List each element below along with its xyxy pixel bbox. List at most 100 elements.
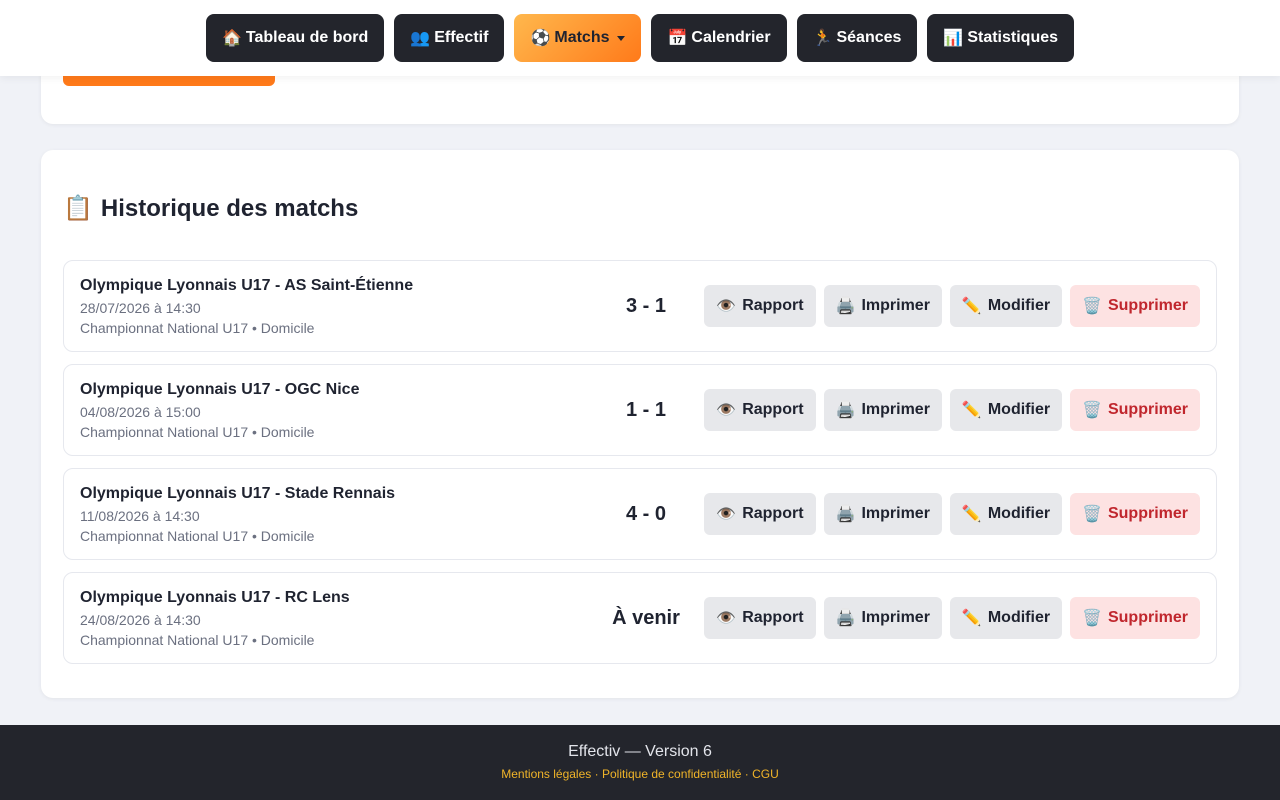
delete-button[interactable]: 🗑️ Supprimer bbox=[1070, 389, 1200, 431]
nav-sessions-button[interactable]: 🏃 Séances bbox=[796, 14, 918, 62]
edit-button[interactable]: ✏️ Modifier bbox=[949, 597, 1063, 639]
match-history-card: 📋 Historique des matchs Olympique Lyonna… bbox=[41, 150, 1239, 698]
footer-version: Effectiv — Version 6 bbox=[568, 743, 712, 760]
nav-squad-button[interactable]: 👥 Effectif bbox=[394, 14, 505, 62]
section-title: 📋 Historique des matchs bbox=[63, 194, 358, 223]
delete-label: Supprimer bbox=[1107, 401, 1188, 418]
printer-icon: 🖨️ bbox=[835, 402, 856, 419]
printer-icon: 🖨️ bbox=[835, 298, 856, 315]
edit-label: Modifier bbox=[987, 505, 1051, 522]
report-label: Rapport bbox=[742, 401, 804, 418]
match-title: Olympique Lyonnais U17 - AS Saint-Étienn… bbox=[80, 277, 414, 294]
delete-label: Supprimer bbox=[1107, 297, 1188, 314]
edit-label: Modifier bbox=[987, 609, 1051, 626]
match-actions: 👁️ Rapport 🖨️ Imprimer ✏️ Modifier 🗑️ Su… bbox=[704, 493, 1200, 535]
match-list: Olympique Lyonnais U17 - AS Saint-Étienn… bbox=[63, 260, 1217, 676]
report-button[interactable]: 👁️ Rapport bbox=[704, 597, 816, 639]
nav-dashboard-label: Tableau de bord bbox=[245, 29, 369, 46]
top-navigation: 🏠 Tableau de bord 👥 Effectif ⚽ Matchs 📅 … bbox=[0, 0, 1280, 76]
nav-stats-label: Statistiques bbox=[967, 29, 1059, 46]
edit-label: Modifier bbox=[987, 401, 1051, 418]
print-label: Imprimer bbox=[861, 609, 930, 626]
match-status: À venir bbox=[612, 606, 680, 629]
report-button[interactable]: 👁️ Rapport bbox=[704, 389, 816, 431]
match-actions: 👁️ Rapport 🖨️ Imprimer ✏️ Modifier 🗑️ Su… bbox=[704, 389, 1200, 431]
print-button[interactable]: 🖨️ Imprimer bbox=[823, 389, 942, 431]
delete-label: Supprimer bbox=[1107, 609, 1188, 626]
report-button[interactable]: 👁️ Rapport bbox=[704, 285, 816, 327]
match-date: 04/08/2026 à 15:00 bbox=[80, 404, 201, 420]
clipboard-icon: 📋 bbox=[63, 195, 93, 222]
bar-chart-icon: 📊 bbox=[943, 30, 964, 47]
match-score: 1 - 1 bbox=[625, 398, 667, 421]
match-title: Olympique Lyonnais U17 - Stade Rennais bbox=[80, 485, 396, 502]
eye-icon: 👁️ bbox=[716, 298, 737, 315]
match-date: 24/08/2026 à 14:30 bbox=[80, 612, 201, 628]
edit-button[interactable]: ✏️ Modifier bbox=[949, 493, 1063, 535]
pencil-icon: ✏️ bbox=[961, 610, 982, 627]
nav-sessions-label: Séances bbox=[836, 29, 902, 46]
pencil-icon: ✏️ bbox=[961, 298, 982, 315]
match-row: Olympique Lyonnais U17 - Stade Rennais 1… bbox=[63, 468, 1217, 560]
print-label: Imprimer bbox=[861, 401, 930, 418]
nav-calendar-label: Calendrier bbox=[691, 29, 771, 46]
match-actions: 👁️ Rapport 🖨️ Imprimer ✏️ Modifier 🗑️ Su… bbox=[704, 597, 1200, 639]
match-row: Olympique Lyonnais U17 - AS Saint-Étienn… bbox=[63, 260, 1217, 352]
pencil-icon: ✏️ bbox=[961, 506, 982, 523]
nav-calendar-button[interactable]: 📅 Calendrier bbox=[651, 14, 787, 62]
match-row: Olympique Lyonnais U17 - OGC Nice 04/08/… bbox=[63, 364, 1217, 456]
runner-icon: 🏃 bbox=[812, 30, 833, 47]
eye-icon: 👁️ bbox=[716, 506, 737, 523]
chevron-down-icon bbox=[617, 35, 626, 41]
match-date: 28/07/2026 à 14:30 bbox=[80, 300, 201, 316]
match-meta: Championnat National U17 • Domicile bbox=[80, 528, 315, 544]
people-icon: 👥 bbox=[410, 30, 431, 47]
delete-button[interactable]: 🗑️ Supprimer bbox=[1070, 597, 1200, 639]
trash-icon: 🗑️ bbox=[1082, 298, 1102, 315]
match-date: 11/08/2026 à 14:30 bbox=[80, 508, 200, 524]
privacy-link[interactable]: Politique de confidentialité bbox=[602, 767, 741, 781]
footer: Effectiv — Version 6 Mentions légales · … bbox=[0, 725, 1280, 800]
match-title: Olympique Lyonnais U17 - OGC Nice bbox=[80, 381, 360, 398]
print-button[interactable]: 🖨️ Imprimer bbox=[823, 597, 942, 639]
match-title: Olympique Lyonnais U17 - RC Lens bbox=[80, 589, 350, 606]
edit-label: Modifier bbox=[987, 297, 1051, 314]
match-row: Olympique Lyonnais U17 - RC Lens 24/08/2… bbox=[63, 572, 1217, 664]
footer-separator: · bbox=[744, 767, 749, 781]
report-label: Rapport bbox=[742, 609, 804, 626]
pencil-icon: ✏️ bbox=[961, 402, 982, 419]
trash-icon: 🗑️ bbox=[1082, 402, 1102, 419]
print-label: Imprimer bbox=[861, 505, 930, 522]
print-button[interactable]: 🖨️ Imprimer bbox=[823, 493, 942, 535]
report-button[interactable]: 👁️ Rapport bbox=[704, 493, 816, 535]
nav-squad-label: Effectif bbox=[434, 29, 489, 46]
match-meta: Championnat National U17 • Domicile bbox=[80, 632, 315, 648]
match-actions: 👁️ Rapport 🖨️ Imprimer ✏️ Modifier 🗑️ Su… bbox=[704, 285, 1200, 327]
calendar-icon: 📅 bbox=[667, 30, 688, 47]
match-meta: Championnat National U17 • Domicile bbox=[80, 320, 315, 336]
match-score: 3 - 1 bbox=[625, 294, 667, 317]
nav-matches-button[interactable]: ⚽ Matchs bbox=[514, 14, 642, 62]
delete-button[interactable]: 🗑️ Supprimer bbox=[1070, 493, 1200, 535]
eye-icon: 👁️ bbox=[716, 610, 737, 627]
footer-links: Mentions légales · Politique de confiden… bbox=[0, 767, 1280, 781]
print-button[interactable]: 🖨️ Imprimer bbox=[823, 285, 942, 327]
footer-separator: · bbox=[594, 767, 599, 781]
soccer-ball-icon: ⚽ bbox=[530, 30, 551, 47]
terms-link[interactable]: CGU bbox=[752, 767, 779, 781]
legal-link[interactable]: Mentions légales bbox=[501, 767, 591, 781]
nav-matches-label: Matchs bbox=[554, 29, 610, 46]
printer-icon: 🖨️ bbox=[835, 506, 856, 523]
nav-dashboard-button[interactable]: 🏠 Tableau de bord bbox=[205, 14, 385, 62]
report-label: Rapport bbox=[742, 297, 804, 314]
report-label: Rapport bbox=[742, 505, 804, 522]
match-score: 4 - 0 bbox=[625, 502, 667, 525]
nav-stats-button[interactable]: 📊 Statistiques bbox=[927, 14, 1075, 62]
printer-icon: 🖨️ bbox=[835, 610, 856, 627]
trash-icon: 🗑️ bbox=[1082, 506, 1102, 523]
delete-button[interactable]: 🗑️ Supprimer bbox=[1070, 285, 1200, 327]
print-label: Imprimer bbox=[861, 297, 930, 314]
delete-label: Supprimer bbox=[1107, 505, 1188, 522]
edit-button[interactable]: ✏️ Modifier bbox=[949, 285, 1063, 327]
edit-button[interactable]: ✏️ Modifier bbox=[949, 389, 1063, 431]
